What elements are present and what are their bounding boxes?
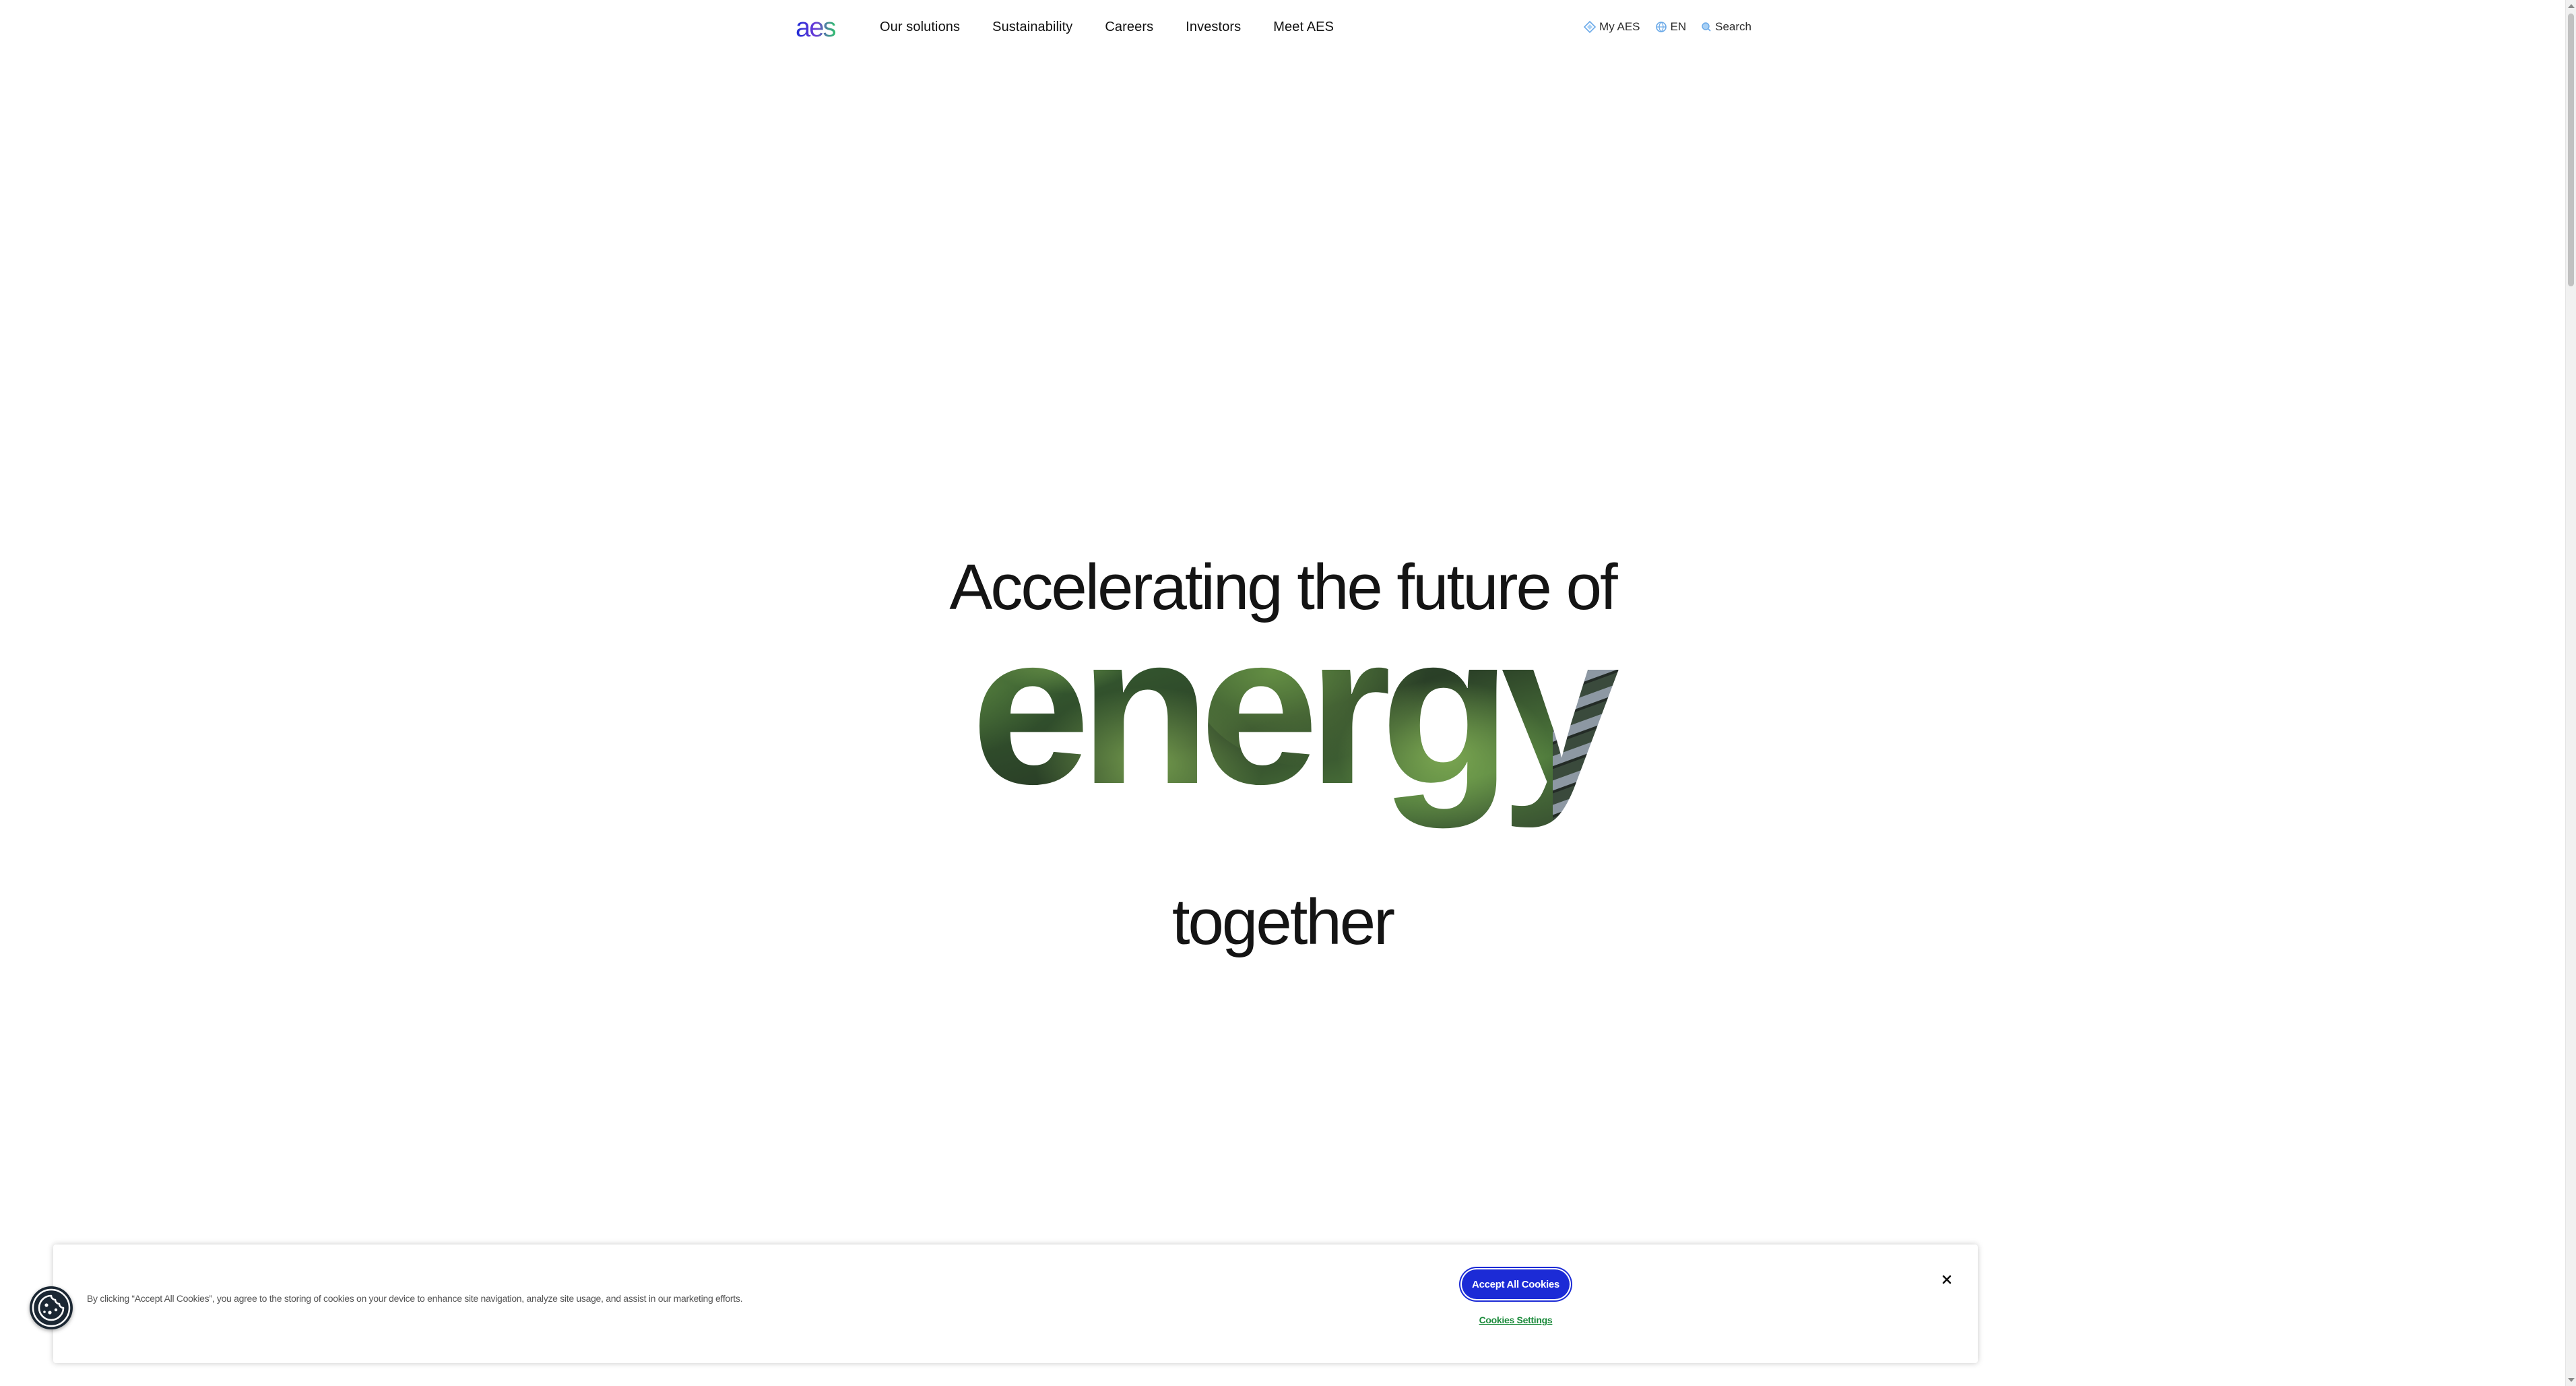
close-icon[interactable]: [1937, 1269, 1957, 1290]
nav-careers[interactable]: Careers: [1105, 20, 1153, 35]
energy-photo-fill: [971, 606, 1621, 829]
cookie-icon: [30, 1286, 73, 1329]
scroll-thumb[interactable]: [2568, 13, 2574, 286]
search-label: Search: [1715, 20, 1751, 33]
nav-our-solutions[interactable]: Our solutions: [880, 20, 960, 35]
page-scrollbar[interactable]: [2565, 0, 2576, 1386]
cookie-preferences-button[interactable]: [30, 1286, 73, 1329]
aes-logo-text: aes: [796, 13, 835, 42]
nav-investors[interactable]: Investors: [1186, 20, 1241, 35]
cookie-consent-text: By clicking “Accept All Cookies”, you ag…: [87, 1293, 743, 1304]
diamond-icon: [1584, 21, 1597, 33]
accept-all-cookies-button[interactable]: Accept All Cookies: [1462, 1269, 1570, 1299]
scroll-up-arrow-icon[interactable]: [2568, 4, 2575, 8]
language-label: EN: [1670, 20, 1687, 33]
nav-sustainability[interactable]: Sustainability: [992, 20, 1072, 35]
utility-nav: My AES EN Search: [1569, 12, 1751, 42]
main-nav: Our solutions Sustainability Careers Inv…: [880, 12, 1366, 42]
cookies-settings-link[interactable]: Cookies Settings: [1462, 1315, 1570, 1325]
search-icon: [1701, 22, 1712, 32]
nav-meet-aes[interactable]: Meet AES: [1273, 20, 1334, 35]
my-aes-link[interactable]: My AES: [1584, 20, 1640, 34]
aes-logo[interactable]: aes: [795, 12, 837, 42]
hero-energy-word: energy: [893, 606, 1687, 829]
cookie-consent-banner: By clicking “Accept All Cookies”, you ag…: [53, 1245, 1978, 1363]
language-selector[interactable]: EN: [1655, 20, 1687, 34]
globe-icon: [1655, 21, 1667, 33]
hero-headline-line3: together: [1171, 885, 1395, 958]
search-link[interactable]: Search: [1701, 20, 1751, 34]
site-header: aes Our solutions Sustainability Careers…: [795, 12, 1751, 42]
scroll-down-arrow-icon[interactable]: [2568, 1378, 2575, 1382]
my-aes-label: My AES: [1599, 20, 1640, 33]
